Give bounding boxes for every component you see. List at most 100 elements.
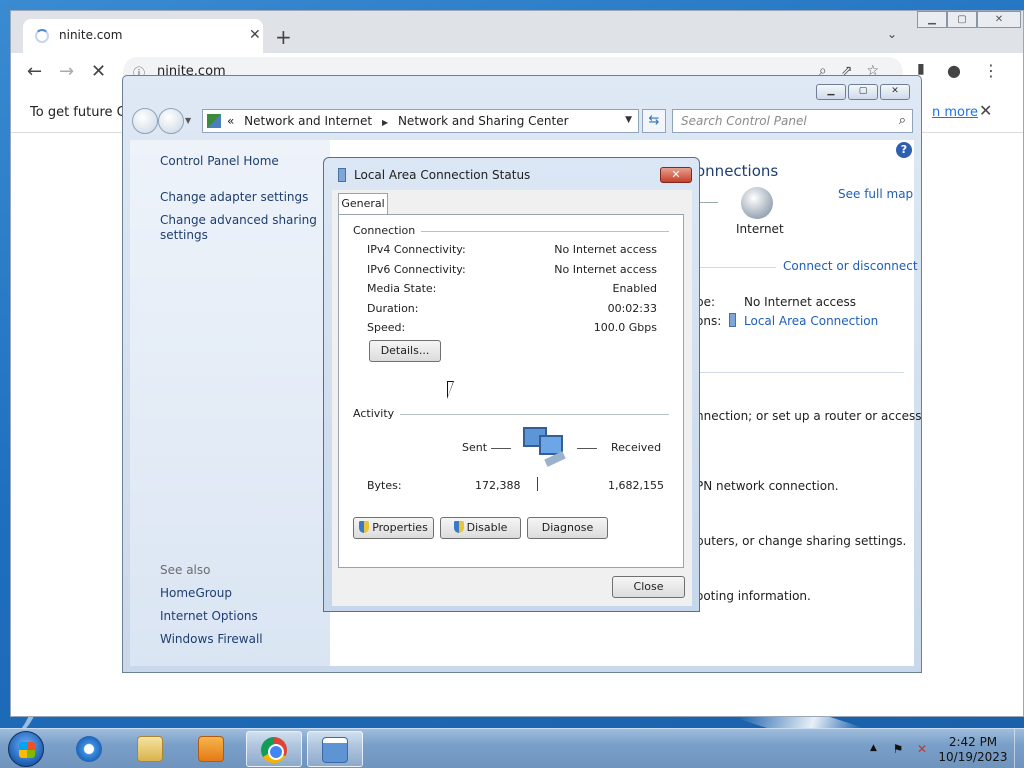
dialog-body: General Connection IPv4 Connectivity: No… [332, 190, 692, 606]
media-player-icon [198, 736, 224, 762]
forward-arrow-icon[interactable]: → [59, 61, 74, 82]
disable-button[interactable]: Disable [440, 517, 521, 539]
bytes-received-value: 1,682,155 [608, 479, 664, 492]
stop-loading-icon[interactable]: ✕ [91, 61, 106, 82]
general-panel: Connection IPv4 Connectivity: No Interne… [338, 214, 684, 568]
tab-close-icon[interactable]: ✕ [249, 27, 261, 43]
close-icon[interactable]: ✕ [977, 11, 1021, 28]
loading-spinner-icon [35, 29, 49, 43]
breadcrumb: « Network and Internet ▶ Network and Sha… [227, 114, 575, 128]
cp-address-bar[interactable]: « Network and Internet ▶ Network and Sha… [202, 109, 639, 133]
back-button[interactable] [132, 108, 158, 134]
action-center-flag-icon[interactable]: ⚑ [890, 741, 906, 757]
tab-search-chevron-icon[interactable]: ⌄ [887, 27, 897, 41]
search-input[interactable]: Search Control Panel ⌕ [672, 109, 913, 133]
cp-minimize-icon[interactable]: ▁ [816, 84, 846, 100]
section-divider-2 [696, 372, 904, 373]
close-button[interactable]: Close [612, 576, 685, 598]
speed-value: 100.0 Gbps [593, 321, 657, 334]
local-area-connection-link[interactable]: Local Area Connection [744, 314, 878, 328]
taskbar: ▲ ⚑ ✕ 2:42 PM 10/19/2023 [0, 728, 1024, 768]
cp-sidebar: Control Panel Home Change adapter settin… [130, 140, 330, 666]
forward-button[interactable] [158, 108, 184, 134]
browser-tab[interactable]: ninite.com ✕ [23, 19, 263, 53]
task-troubleshoot-text: ooting information. [696, 589, 811, 603]
cp-window-controls: ▁ ▢ ✕ [816, 84, 910, 100]
speed-label: Speed: [367, 321, 406, 334]
lan-connection-icon [338, 168, 346, 182]
see-full-map-link[interactable]: See full map [838, 187, 913, 201]
breadcrumb-overflow-icon[interactable]: « [227, 114, 234, 128]
internet-globe-icon[interactable] [741, 187, 773, 219]
dialog-title: Local Area Connection Status [354, 168, 531, 182]
volume-muted-icon[interactable]: ✕ [914, 741, 930, 757]
breadcrumb-sharing-center[interactable]: Network and Sharing Center [398, 114, 569, 128]
refresh-icon[interactable]: ⇆ [642, 109, 666, 133]
sidebar-item-control-panel-home[interactable]: Control Panel Home [160, 154, 279, 169]
sidebar-item-change-advanced-sharing[interactable]: Change advanced sharing [160, 213, 317, 228]
media-state-label: Media State: [367, 282, 437, 295]
duration-value: 00:02:33 [607, 302, 657, 315]
access-type-value: No Internet access [744, 295, 857, 309]
show-hidden-icons-icon[interactable]: ▲ [870, 743, 877, 753]
breadcrumb-network-internet[interactable]: Network and Internet [244, 114, 372, 128]
see-also-homegroup[interactable]: HomeGroup [160, 586, 232, 601]
see-also-windows-firewall[interactable]: Windows Firewall [160, 632, 263, 647]
properties-button[interactable]: Properties [353, 517, 434, 539]
taskbar-file-explorer[interactable] [123, 731, 179, 767]
internet-explorer-icon [76, 736, 102, 762]
cp-maximize-icon[interactable]: ▢ [848, 84, 878, 100]
breadcrumb-separator-icon[interactable]: ▶ [382, 118, 388, 127]
clock[interactable]: 2:42 PM 10/19/2023 [938, 735, 1008, 765]
infobar-close-icon[interactable]: ✕ [979, 101, 992, 120]
new-tab-icon[interactable]: + [275, 25, 292, 49]
cp-close-icon[interactable]: ✕ [880, 84, 910, 100]
sidebar-item-change-advanced-sharing-cont[interactable]: settings [160, 228, 208, 243]
connect-or-disconnect-link[interactable]: Connect or disconnect [783, 259, 918, 273]
help-icon[interactable]: ? [896, 142, 912, 158]
tab-general[interactable]: General [338, 193, 388, 215]
task-new-connection-text: nnection; or set up a router or access [696, 409, 922, 423]
ipv6-value: No Internet access [554, 263, 657, 276]
task-vpn-text: PN network connection. [696, 479, 839, 493]
section-divider [696, 267, 776, 268]
disable-button-label: Disable [466, 521, 508, 534]
address-dropdown-icon[interactable]: ▼ [625, 115, 632, 125]
uac-shield-icon [453, 521, 464, 533]
bytes-divider [537, 477, 538, 491]
show-desktop-button[interactable] [1014, 729, 1024, 768]
sidebar-item-change-adapter-settings[interactable]: Change adapter settings [160, 190, 308, 205]
bytes-sent-value: 172,388 [475, 479, 521, 492]
maximize-icon[interactable]: ▢ [947, 11, 977, 28]
network-center-icon [207, 114, 221, 128]
cp-nav-buttons [132, 108, 184, 134]
taskbar-chrome[interactable] [246, 731, 302, 767]
received-label: Received [611, 441, 662, 454]
diagnose-button[interactable]: Diagnose [527, 517, 608, 539]
connection-group-label: Connection [353, 224, 422, 237]
see-also-internet-options[interactable]: Internet Options [160, 609, 258, 624]
minimize-icon[interactable]: ▁ [917, 11, 947, 28]
search-icon[interactable]: ⌕ [899, 113, 906, 128]
bytes-label: Bytes: [367, 479, 402, 492]
sent-line [491, 448, 511, 449]
taskbar-internet-explorer[interactable] [62, 731, 118, 767]
task-homegroup-text: puters, or change sharing settings. [696, 534, 907, 548]
lan-connection-icon [729, 313, 736, 327]
clock-date: 10/19/2023 [938, 750, 1008, 764]
recent-pages-dropdown-icon[interactable]: ▼ [185, 116, 191, 125]
start-button[interactable] [8, 731, 44, 767]
infobar-learn-more-link[interactable]: n more [932, 105, 978, 120]
media-state-value: Enabled [612, 282, 657, 295]
kebab-menu-icon[interactable]: ⋮ [983, 61, 999, 80]
taskbar-control-panel[interactable] [307, 731, 363, 767]
clock-time: 2:42 PM [948, 735, 998, 749]
dialog-close-icon[interactable]: ✕ [660, 167, 692, 183]
network-computers-icon [523, 427, 569, 467]
back-arrow-icon[interactable]: ← [27, 61, 42, 82]
details-button[interactable]: Details... [369, 340, 441, 362]
properties-button-label: Properties [372, 521, 428, 534]
profile-avatar-icon[interactable]: ● [947, 61, 961, 80]
taskbar-media-player[interactable] [184, 731, 240, 767]
uac-shield-icon [359, 521, 370, 533]
